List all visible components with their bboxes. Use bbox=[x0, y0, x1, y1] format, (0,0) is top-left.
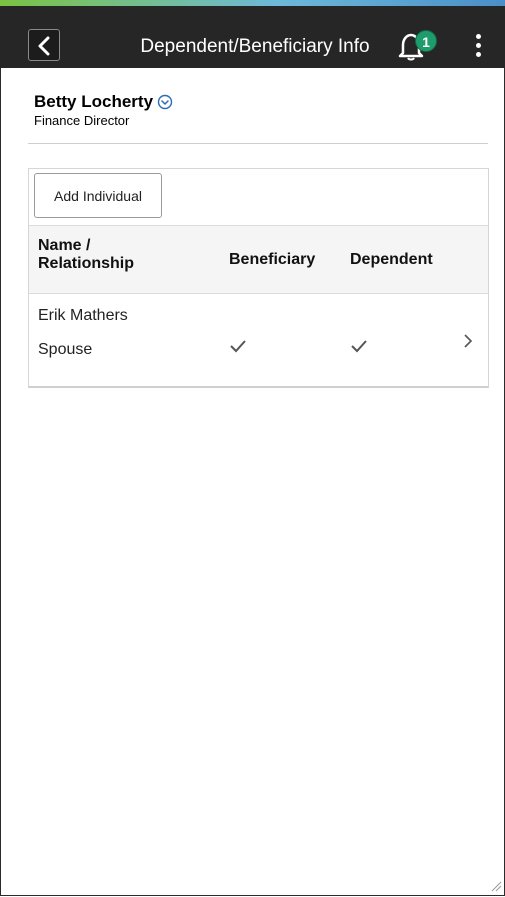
chevron-down-circle-icon[interactable] bbox=[157, 94, 173, 110]
header-bar: Dependent/Beneficiary Info 1 bbox=[0, 6, 505, 68]
add-individual-button[interactable]: Add Individual bbox=[34, 173, 162, 218]
table-row[interactable]: Erik Mathers Spouse bbox=[29, 295, 488, 383]
checkmark-icon bbox=[351, 340, 367, 353]
column-header-name: Name / Relationship bbox=[38, 237, 135, 272]
grid-header: Name / Relationship Beneficiary Dependen… bbox=[29, 225, 488, 294]
resize-handle-icon[interactable] bbox=[490, 880, 502, 892]
back-icon bbox=[38, 36, 50, 56]
column-header-dependent: Dependent bbox=[350, 251, 433, 268]
dependents-grid: Add Individual Name / Relationship Benef… bbox=[28, 168, 489, 388]
row-relationship: Spouse bbox=[38, 341, 93, 358]
back-button[interactable] bbox=[28, 29, 60, 61]
column-header-beneficiary: Beneficiary bbox=[229, 251, 316, 268]
person-job-title: Finance Director bbox=[34, 113, 130, 128]
divider bbox=[28, 143, 488, 144]
window-frame bbox=[0, 0, 505, 896]
notification-badge: 1 bbox=[415, 30, 437, 52]
row-name: Erik Mathers bbox=[38, 307, 128, 324]
person-name: Betty Locherty bbox=[34, 92, 154, 111]
kebab-menu-icon[interactable] bbox=[470, 32, 486, 60]
chevron-right-icon bbox=[464, 334, 473, 348]
person-header: Betty Locherty Finance Director bbox=[34, 92, 173, 129]
page-title: Dependent/Beneficiary Info bbox=[140, 36, 370, 57]
checkmark-icon bbox=[230, 340, 246, 353]
